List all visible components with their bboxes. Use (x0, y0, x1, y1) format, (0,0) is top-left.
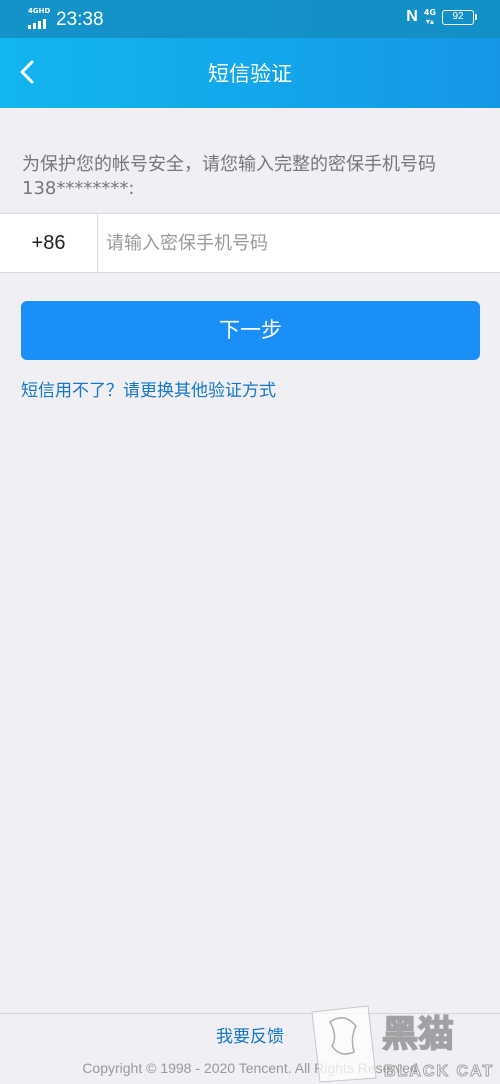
nfc-icon: N (406, 8, 418, 25)
svg-text:黑猫: 黑猫 (382, 1014, 454, 1055)
battery-icon: 92 (442, 9, 477, 25)
data-network-icon: 4G ▾▴ (423, 8, 436, 26)
black-cat-watermark: 黑猫 BLACK CAT (311, 1005, 494, 1083)
signal-icon: 4GHD (28, 7, 50, 33)
status-right: N 4G ▾▴ 92 (406, 8, 477, 26)
country-code-selector[interactable]: +86 (0, 214, 98, 272)
svg-text:BLACK CAT: BLACK CAT (384, 1063, 494, 1080)
status-left: 4GHD 23:38 (28, 6, 104, 34)
network-type: 4GHD (28, 7, 51, 15)
page-title: 短信验证 (208, 62, 292, 86)
change-verification-method-link[interactable]: 短信用不了？请更换其他验证方式 (21, 379, 276, 403)
next-step-button[interactable]: 下一步 (21, 301, 480, 360)
status-bar: 4GHD 23:38 N 4G ▾▴ 92 (0, 0, 500, 38)
phone-number-input[interactable] (106, 224, 486, 262)
nav-bar: 短信验证 (0, 38, 500, 108)
status-time: 23:38 (56, 9, 104, 30)
verification-hint: 为保护您的帐号安全，请您输入完整的密保手机号码138********: (22, 154, 436, 199)
phone-input-row: +86 (0, 213, 500, 273)
